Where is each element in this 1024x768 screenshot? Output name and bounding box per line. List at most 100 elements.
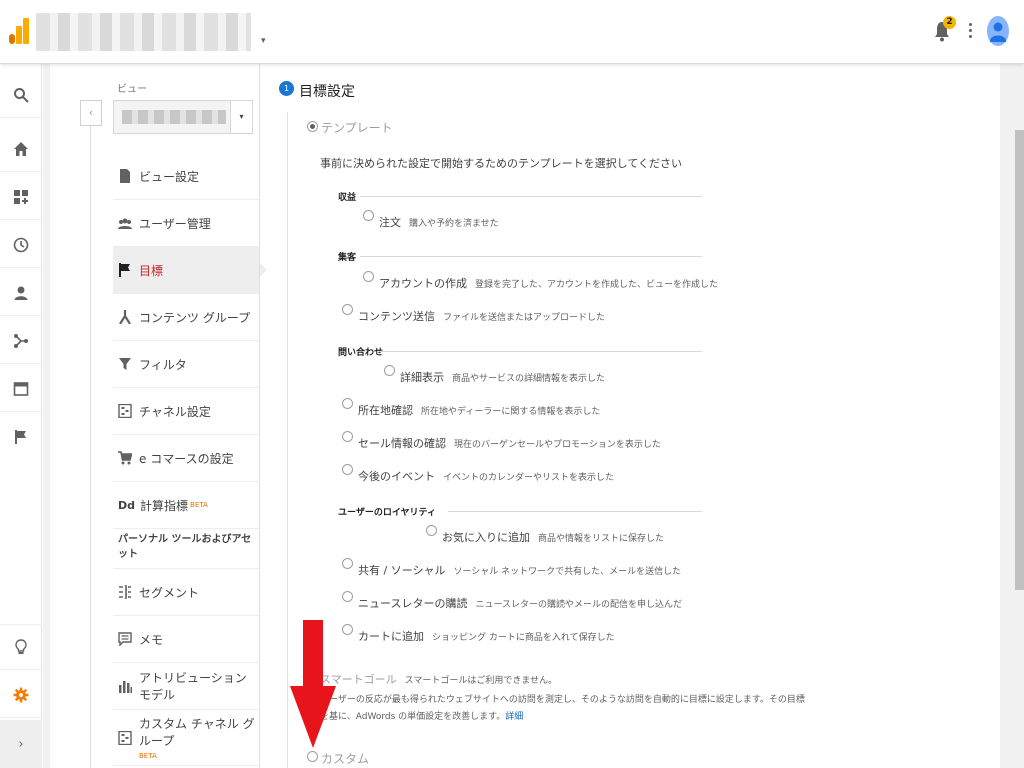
nav-item-view-settings[interactable]: ビュー設定 [113, 153, 259, 200]
nav-item-annotations[interactable]: メモ [113, 616, 259, 663]
search-icon[interactable] [0, 72, 42, 118]
category-divider [360, 196, 702, 197]
audience-person-icon[interactable] [0, 270, 42, 316]
category-divider [380, 351, 702, 352]
annotation-arrow-icon [290, 620, 336, 748]
template-radio[interactable] [307, 121, 318, 132]
custom-radio[interactable] [307, 751, 318, 762]
nav-item-label: フィルタ [139, 357, 187, 372]
goal-radio[interactable] [342, 464, 353, 475]
nav-item-label: e コマースの設定 [139, 451, 234, 466]
goal-radio[interactable] [342, 624, 353, 635]
category-revenue: 収益 [338, 193, 357, 203]
channel-settings-icon [118, 404, 132, 418]
view-label: ビュー [117, 84, 147, 95]
step-divider [287, 112, 288, 768]
goal-radio[interactable] [363, 271, 374, 282]
nav-item-label: カスタム チャネル グループ [139, 717, 255, 748]
discover-lightbulb-icon[interactable] [0, 624, 42, 670]
nav-item-calculated-metrics[interactable]: Dd 計算指標 BETA [113, 482, 259, 529]
category-divider [448, 511, 702, 512]
segments-icon [118, 585, 132, 599]
realtime-clock-icon[interactable] [0, 222, 42, 268]
behavior-icon[interactable] [0, 366, 42, 412]
nav-item-segments[interactable]: セグメント [113, 569, 259, 616]
goal-option[interactable]: 詳細表示 商品やサービスの詳細情報を表示した [400, 366, 605, 385]
dashboard-icon[interactable] [0, 174, 42, 220]
goal-radio[interactable] [426, 525, 437, 536]
details-link[interactable]: 詳細 [505, 712, 523, 722]
bar-chart-icon [118, 679, 132, 693]
goal-option[interactable]: 注文 購入や予約を済ませた [379, 211, 499, 230]
page-scrollbar[interactable] [1015, 130, 1024, 590]
acquisition-icon[interactable] [0, 318, 42, 364]
goal-radio[interactable] [342, 558, 353, 569]
view-name-blurred [122, 110, 226, 124]
document-icon [118, 169, 132, 183]
goal-option[interactable]: セール情報の確認 現在のバーゲンセールやプロモーションを表示した [358, 432, 661, 451]
step-title: 目標設定 [299, 84, 355, 100]
step-number-badge: 1 [279, 81, 294, 96]
analytics-logo-icon[interactable] [9, 18, 29, 44]
goal-radio[interactable] [342, 591, 353, 602]
nav-item-label: ユーザー管理 [139, 216, 211, 231]
active-indicator [259, 262, 267, 278]
smart-goal-description: ユーザーの反応が最も得られたウェブサイトへの訪問を測定し、そのような訪問を自動的… [320, 695, 805, 705]
smart-goal-description-2: を基に、AdWords の単価設定を改善します。詳細 [320, 712, 524, 722]
goal-option[interactable]: お気に入りに追加 商品や情報をリストに保存した [442, 526, 664, 545]
category-divider [360, 256, 702, 257]
custom-option-label[interactable]: カスタム [321, 750, 369, 767]
view-settings-nav: ビュー設定 ユーザー管理 目標 コンテンツ グループ フィルタ チャネル設定 e… [113, 153, 267, 766]
top-bar: ▾ 2 [0, 0, 1024, 64]
channel-grouping-icon [118, 730, 132, 745]
goal-radio[interactable] [384, 365, 395, 376]
goal-radio[interactable] [342, 398, 353, 409]
nav-item-label: セグメント [139, 585, 200, 600]
content-grouping-icon [118, 310, 132, 324]
goal-radio[interactable] [363, 210, 374, 221]
account-selector-caret[interactable]: ▾ [261, 36, 266, 46]
goal-option[interactable]: コンテンツ送信 ファイルを送信またはアップロードした [358, 305, 605, 324]
nav-item-ecommerce-settings[interactable]: e コマースの設定 [113, 435, 259, 482]
nav-item-channel-settings[interactable]: チャネル設定 [113, 388, 259, 435]
goal-option[interactable]: 今後のイベント イベントのカレンダーやリストを表示した [358, 465, 614, 484]
nav-item-goals[interactable]: 目標 [113, 247, 267, 294]
goal-radio[interactable] [342, 431, 353, 442]
goal-option[interactable]: 共有 / ソーシャル ソーシャル ネットワークで共有した、メールを送信した [358, 559, 681, 578]
dropdown-caret-icon[interactable]: ▾ [230, 101, 252, 133]
calculated-metrics-icon: Dd [118, 498, 136, 512]
beta-badge: BETA [190, 501, 208, 509]
user-avatar-icon[interactable] [987, 16, 1009, 46]
goal-option[interactable]: 所在地確認 所在地やディーラーに関する情報を表示した [358, 399, 600, 418]
goal-radio[interactable] [342, 304, 353, 315]
collapse-column-button[interactable]: ‹ [80, 100, 102, 126]
nav-item-attribution-models[interactable]: アトリビューション モデル [113, 663, 259, 710]
nav-item-label: アトリビューション モデル [139, 671, 247, 702]
home-icon[interactable] [0, 126, 42, 172]
account-selector-blurred[interactable] [36, 13, 251, 51]
more-options-icon[interactable] [966, 20, 974, 42]
goal-option[interactable]: ニュースレターの購読 ニュースレターの購読やメールの配信を申し込んだ [358, 592, 682, 611]
nav-item-label: 目標 [139, 263, 164, 278]
expand-rail-button[interactable]: › [0, 720, 42, 768]
beta-badge: BETA [139, 752, 157, 760]
template-option-label[interactable]: テンプレート [321, 119, 393, 136]
nav-item-user-management[interactable]: ユーザー管理 [113, 200, 259, 247]
goal-option[interactable]: アカウントの作成 登録を完了した、アカウントを作成した、ビューを作成した [379, 272, 718, 291]
column-divider [259, 64, 260, 768]
category-acquisition: 集客 [338, 253, 357, 263]
admin-gear-icon[interactable] [0, 672, 42, 718]
nav-item-custom-channel-grouping[interactable]: カスタム チャネル グループ BETA [113, 710, 259, 766]
nav-item-content-grouping[interactable]: コンテンツ グループ [113, 294, 259, 341]
category-loyalty: ユーザーのロイヤリティ [338, 508, 437, 518]
goal-option[interactable]: カートに追加 ショッピング カートに商品を入れて保存した [358, 625, 615, 644]
reports-rail: › [0, 64, 42, 768]
conversions-flag-icon[interactable] [0, 414, 42, 460]
filter-funnel-icon [118, 357, 132, 371]
view-selector-dropdown[interactable]: ▾ [113, 100, 253, 134]
nav-item-filters[interactable]: フィルタ [113, 341, 259, 388]
tree-connector-line [90, 126, 91, 768]
goals-flag-icon [118, 263, 132, 277]
category-inquiry: 問い合わせ [338, 348, 384, 358]
nav-item-label: 計算指標 [140, 498, 189, 513]
